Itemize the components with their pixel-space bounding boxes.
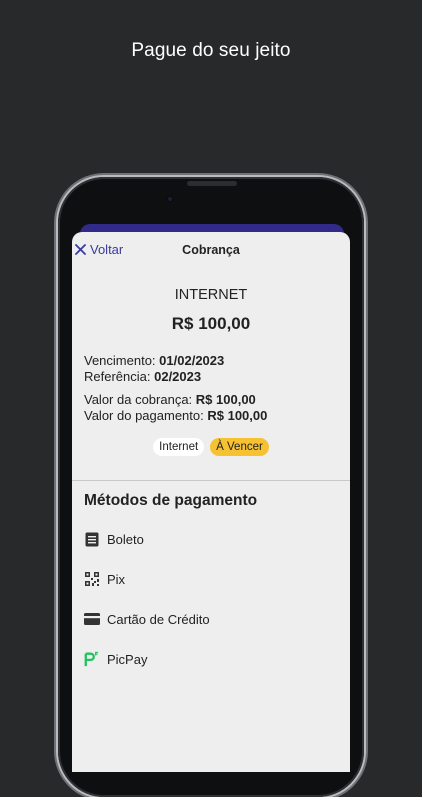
due-date-label: Vencimento: xyxy=(84,353,156,368)
headline: Pague do seu jeito xyxy=(131,40,291,61)
payment-method-label: Cartão de Crédito xyxy=(107,611,210,627)
payment-method-boleto[interactable]: Boleto xyxy=(84,528,334,550)
status-badge: À Vencer xyxy=(210,438,269,456)
charge-value-label: Valor da cobrança: xyxy=(84,392,193,407)
payment-value: R$ 100,00 xyxy=(207,408,268,423)
qr-code-icon xyxy=(84,571,100,587)
charge-value-row: Valor da cobrança: R$ 100,00 xyxy=(84,392,256,408)
credit-card-icon xyxy=(84,611,100,627)
reference-label: Referência: xyxy=(84,369,151,384)
tag-list: Internet À Vencer xyxy=(72,438,350,456)
payment-method-label: Pix xyxy=(107,571,126,587)
payment-method-label: Boleto xyxy=(107,531,144,547)
phone-power-button xyxy=(364,362,368,436)
reference-row: Referência: 02/2023 xyxy=(84,369,201,385)
bill-sheet: Voltar Cobrança INTERNET R$ 100,00 Venci… xyxy=(72,232,350,772)
phone-camera xyxy=(166,195,174,203)
category-tag: Internet xyxy=(153,438,205,456)
reference-value: 02/2023 xyxy=(154,369,202,384)
payment-method-picpay[interactable]: PicPay xyxy=(84,648,334,670)
phone-speaker xyxy=(187,181,237,186)
payment-method-label: PicPay xyxy=(107,651,148,667)
payment-method-credit-card[interactable]: Cartão de Crédito xyxy=(84,608,334,630)
bill-amount: R$ 100,00 xyxy=(171,314,251,333)
picpay-icon xyxy=(84,651,100,667)
payment-methods-title: Métodos de pagamento xyxy=(84,492,258,509)
due-date-value: 01/02/2023 xyxy=(159,353,225,368)
divider xyxy=(72,480,350,481)
payment-method-pix[interactable]: Pix xyxy=(84,568,334,590)
payment-value-row: Valor do pagamento: R$ 100,00 xyxy=(84,408,267,424)
charge-value: R$ 100,00 xyxy=(195,392,256,407)
payment-value-label: Valor do pagamento: xyxy=(84,408,204,423)
screen-title: Cobrança xyxy=(182,243,240,257)
nav-bar: Voltar Cobrança xyxy=(72,242,350,262)
due-date-row: Vencimento: 01/02/2023 xyxy=(84,353,224,369)
service-name: INTERNET xyxy=(174,287,248,303)
boleto-icon xyxy=(84,531,100,547)
